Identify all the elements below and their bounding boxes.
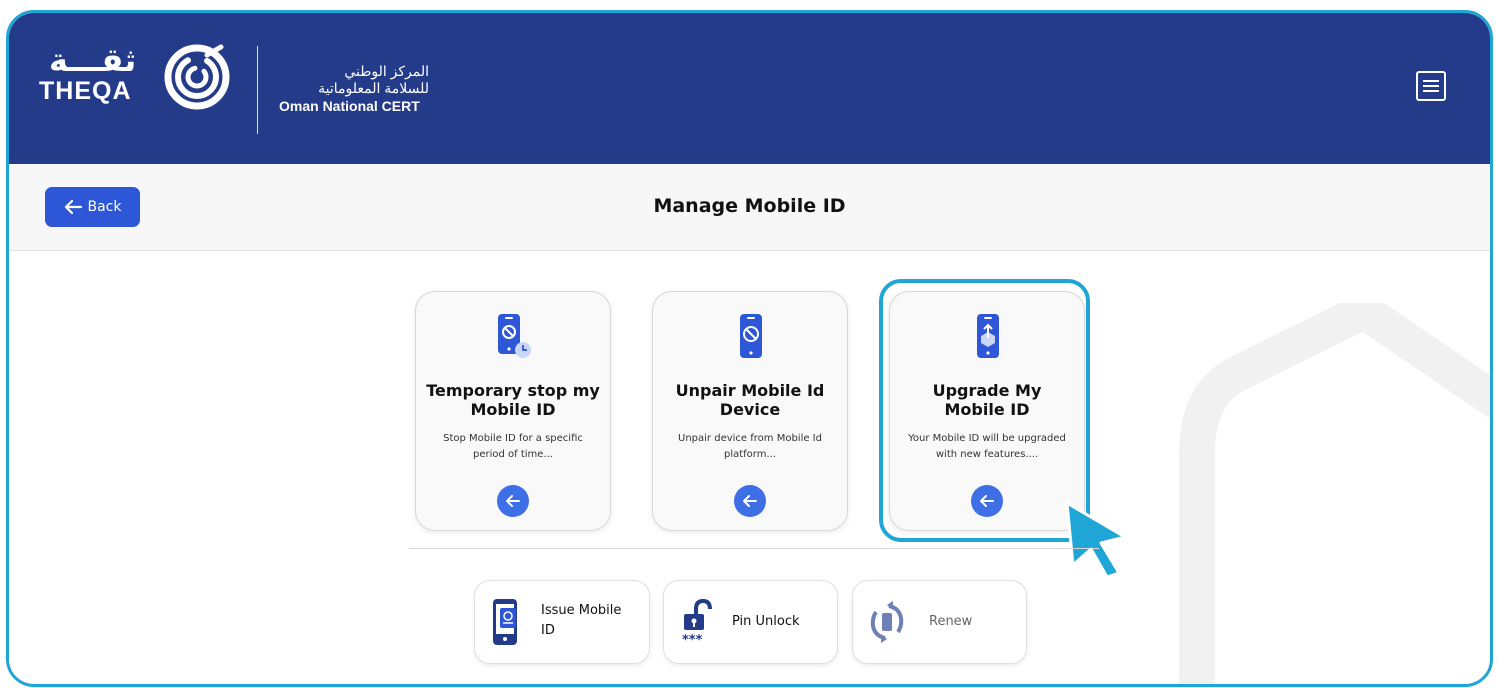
- arrow-left-circle-icon[interactable]: [971, 485, 1003, 517]
- option-title: Unpair Mobile Id Device: [675, 381, 825, 419]
- option-title: Temporary stop my Mobile ID: [426, 381, 600, 419]
- renew-button[interactable]: Renew: [852, 580, 1027, 664]
- hamburger-menu-icon[interactable]: [1416, 71, 1446, 101]
- action-label: Issue Mobile ID: [541, 603, 622, 638]
- pin-unlock-button[interactable]: *** Pin Unlock: [663, 580, 838, 664]
- section-divider: [409, 548, 1099, 549]
- arrow-left-circle-icon[interactable]: [734, 485, 766, 517]
- unlock-pin-icon: ***: [682, 598, 712, 646]
- fingerprint-icon: [164, 44, 230, 110]
- background-arch-decoration: [1179, 303, 1490, 684]
- page-title: Manage Mobile ID: [653, 195, 846, 217]
- action-label: Pin Unlock: [732, 614, 800, 629]
- option-card-upgrade[interactable]: Upgrade My Mobile ID Your Mobile ID will…: [889, 291, 1085, 531]
- phone-upgrade-icon: [977, 314, 999, 358]
- logo-latin-text: THEQA: [39, 77, 132, 105]
- theqa-logo: ثقـــة THEQA: [39, 41, 239, 111]
- phone-blocked-icon: [740, 314, 762, 358]
- phone-blocked-clock-icon: [498, 314, 531, 358]
- option-title: Upgrade My Mobile ID: [932, 381, 1042, 419]
- org-name-ar-1: المركز الوطني: [344, 63, 429, 79]
- org-name-en: Oman National CERT: [279, 98, 420, 114]
- arrow-left-circle-icon[interactable]: [497, 485, 529, 517]
- option-card-temporary-stop[interactable]: Temporary stop my Mobile ID Stop Mobile …: [415, 291, 611, 531]
- action-label: Renew: [929, 614, 973, 629]
- svg-text:***: ***: [682, 633, 703, 646]
- logo-arabic-text: ثقـــة: [49, 41, 137, 79]
- option-description: Unpair device from Mobile Id platform...: [678, 433, 822, 460]
- page-toolbar: Back Manage Mobile ID: [9, 164, 1490, 251]
- org-name-ar-2: للسلامة المعلوماتية: [318, 80, 429, 96]
- top-header: ثقـــة THEQA المركز الوطني للسلامة المعل…: [9, 13, 1490, 164]
- logo-divider: [257, 46, 258, 134]
- org-name: المركز الوطني للسلامة المعلوماتية Oman N…: [279, 63, 429, 115]
- issue-mobile-id-button[interactable]: Issue Mobile ID: [474, 580, 650, 664]
- option-description: Stop Mobile ID for a specific period of …: [443, 433, 583, 460]
- app-frame: ثقـــة THEQA المركز الوطني للسلامة المعل…: [6, 10, 1493, 687]
- option-card-unpair-device[interactable]: Unpair Mobile Id Device Unpair device fr…: [652, 291, 848, 531]
- option-description: Your Mobile ID will be upgraded with new…: [908, 433, 1066, 460]
- cursor-pointer-icon: [1065, 501, 1127, 579]
- renew-phone-icon: [870, 601, 904, 643]
- phone-id-icon: [493, 599, 517, 645]
